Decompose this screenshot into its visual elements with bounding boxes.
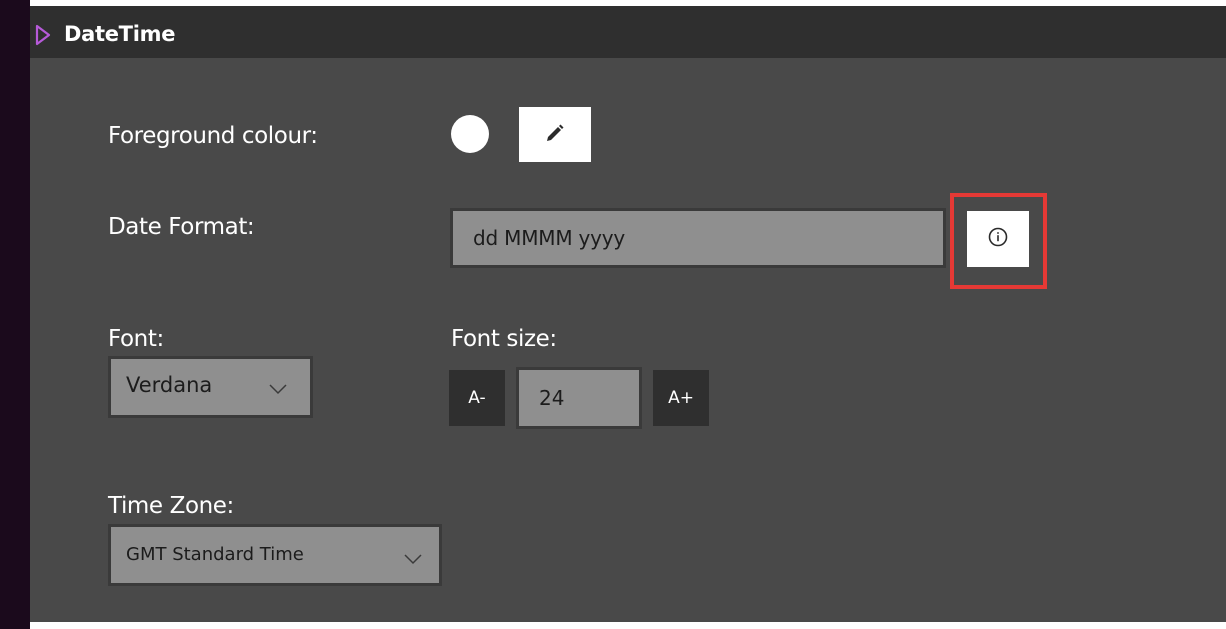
time-zone-dropdown[interactable]: GMT Standard Time	[108, 524, 442, 586]
section-header[interactable]: DateTime	[30, 6, 1226, 58]
section-title: DateTime	[64, 22, 176, 46]
chevron-down-icon	[268, 380, 288, 399]
foreground-colour-swatch[interactable]	[451, 115, 489, 153]
left-sidebar-strip	[0, 0, 30, 629]
date-format-info-button[interactable]	[967, 211, 1029, 267]
date-format-label: Date Format:	[108, 214, 255, 240]
decrease-font-size-button[interactable]: A-	[449, 370, 505, 426]
font-dropdown-value: Verdana	[126, 373, 213, 397]
edit-colour-button[interactable]	[519, 107, 591, 162]
chevron-down-icon	[403, 550, 423, 569]
info-icon	[987, 226, 1009, 252]
increase-font-size-button[interactable]: A+	[653, 370, 709, 426]
time-zone-dropdown-value: GMT Standard Time	[126, 544, 304, 565]
font-label: Font:	[108, 326, 164, 352]
time-zone-label: Time Zone:	[108, 493, 234, 519]
window: DateTime Foreground colour: Date Format:…	[0, 0, 1226, 629]
pencil-icon	[545, 123, 565, 147]
font-size-input[interactable]: 24	[516, 367, 642, 429]
foreground-colour-label: Foreground colour:	[108, 123, 318, 149]
expand-arrow-icon[interactable]	[35, 24, 51, 50]
font-size-label: Font size:	[451, 326, 557, 352]
datetime-settings-panel: DateTime Foreground colour: Date Format:…	[30, 6, 1226, 622]
font-dropdown[interactable]: Verdana	[108, 356, 313, 418]
date-format-input[interactable]: dd MMMM yyyy	[450, 208, 946, 268]
